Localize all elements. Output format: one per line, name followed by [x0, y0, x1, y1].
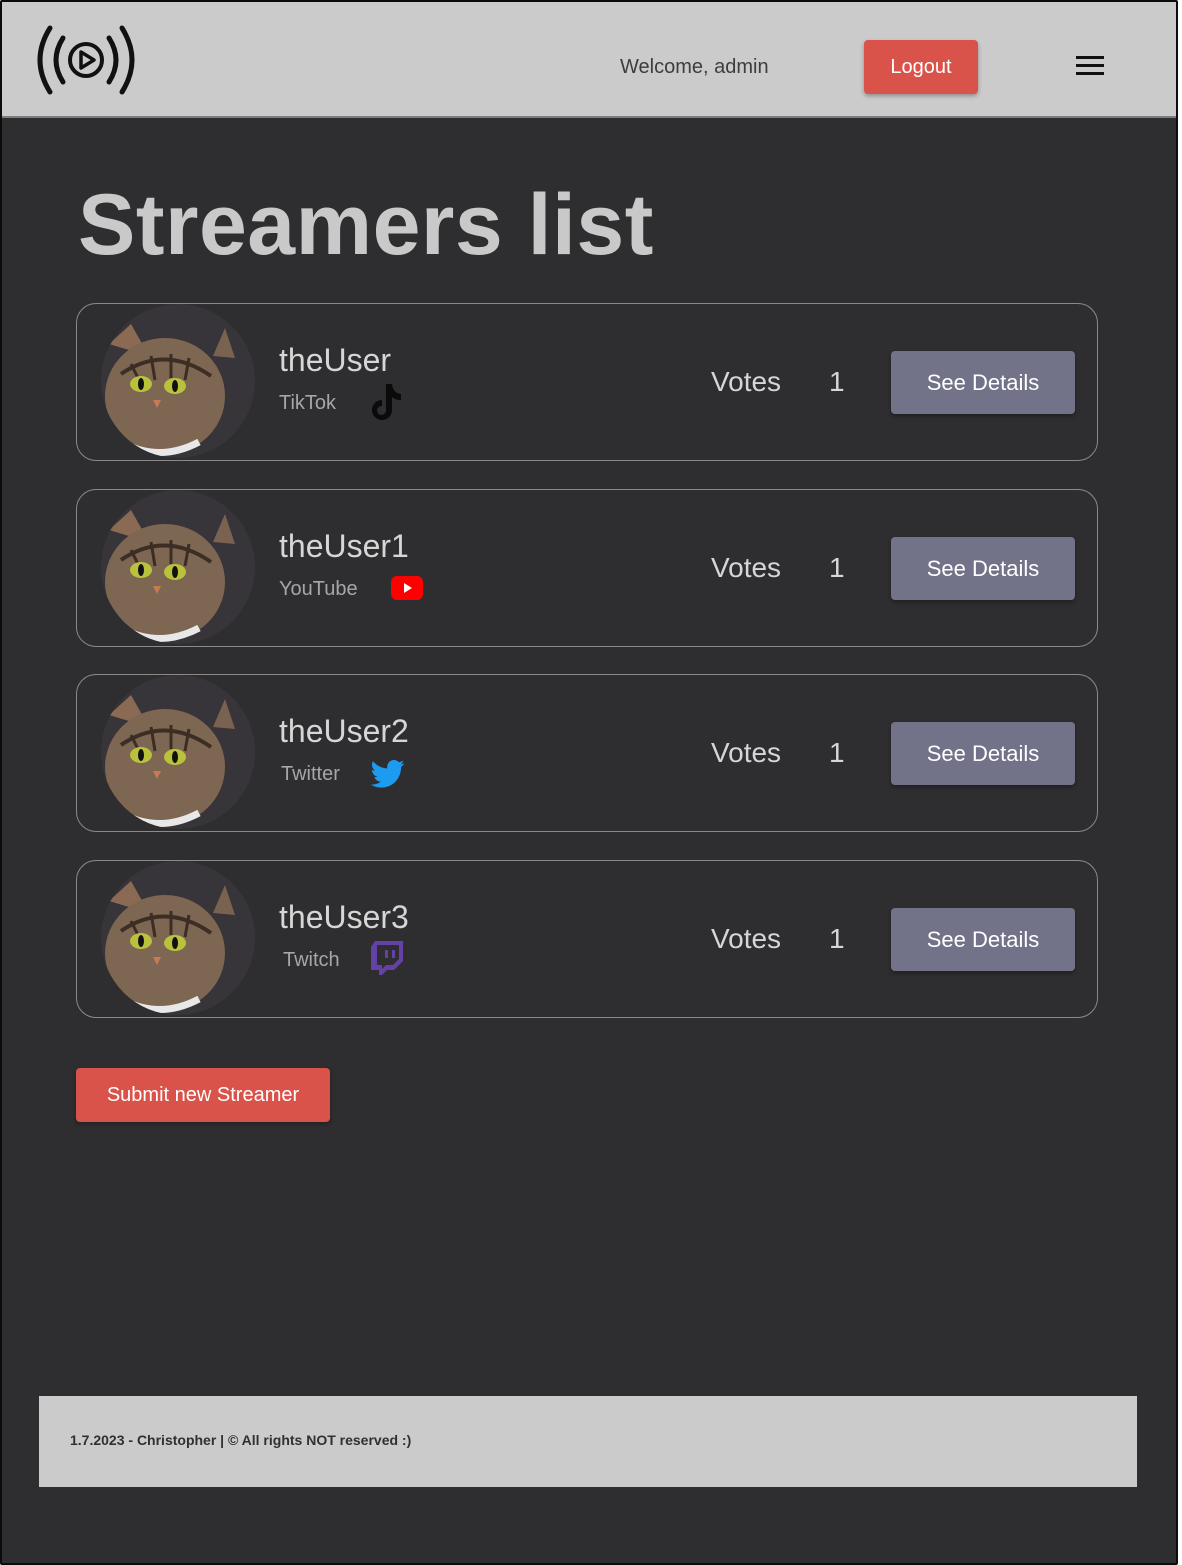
streamer-card: theUser TikTok Votes 1 See Details [76, 303, 1098, 461]
cat-avatar-image [101, 490, 255, 644]
welcome-message: Welcome, admin [620, 56, 769, 78]
cat-avatar-image [101, 675, 255, 829]
streamer-name: theUser1 [279, 528, 409, 564]
votes-count: 1 [829, 552, 845, 583]
streamer-name: theUser [279, 342, 392, 378]
streamer-name: theUser3 [279, 899, 409, 935]
streamer-name: theUser2 [279, 713, 409, 749]
streamer-platform: YouTube [279, 578, 358, 600]
youtube-icon [391, 576, 423, 600]
hamburger-menu-icon[interactable] [1076, 56, 1108, 82]
page-title: Streamers list [78, 177, 654, 273]
live-stream-logo-icon[interactable] [36, 22, 136, 98]
see-details-button[interactable]: See Details [891, 908, 1075, 971]
votes-label: Votes [711, 552, 782, 583]
votes-count: 1 [829, 923, 845, 954]
votes-label: Votes [711, 366, 782, 397]
streamer-card: theUser3 Twitch Votes 1 See Details [76, 860, 1098, 1018]
footer-text: 1.7.2023 - Christopher | © All rights NO… [70, 1432, 412, 1448]
votes-label: Votes [711, 923, 782, 954]
logout-button[interactable]: Logout [864, 40, 978, 94]
tiktok-icon [372, 384, 401, 420]
top-navbar: Welcome, admin Logout [2, 2, 1176, 118]
votes-count: 1 [829, 737, 845, 768]
app-window: Welcome, admin Logout Streamers list the… [0, 0, 1178, 1565]
streamer-card: theUser1 YouTube Votes 1 See Details [76, 489, 1098, 647]
votes-count: 1 [829, 366, 845, 397]
see-details-button[interactable]: See Details [891, 537, 1075, 600]
see-details-button[interactable]: See Details [891, 722, 1075, 785]
twitter-icon [371, 759, 405, 788]
avatar [101, 861, 255, 1015]
twitch-icon [371, 941, 403, 975]
streamer-card: theUser2 Twitter Votes 1 See Details [76, 674, 1098, 832]
footer: 1.7.2023 - Christopher | © All rights NO… [39, 1396, 1137, 1487]
submit-new-streamer-button[interactable]: Submit new Streamer [76, 1068, 330, 1122]
see-details-button[interactable]: See Details [891, 351, 1075, 414]
streamer-platform: TikTok [279, 392, 337, 414]
votes-label: Votes [711, 737, 782, 768]
streamer-platform: Twitter [281, 763, 340, 785]
streamer-platform: Twitch [283, 949, 340, 971]
cat-avatar-image [101, 304, 255, 458]
avatar [101, 304, 255, 458]
cat-avatar-image [101, 861, 255, 1015]
avatar [101, 490, 255, 644]
avatar [101, 675, 255, 829]
